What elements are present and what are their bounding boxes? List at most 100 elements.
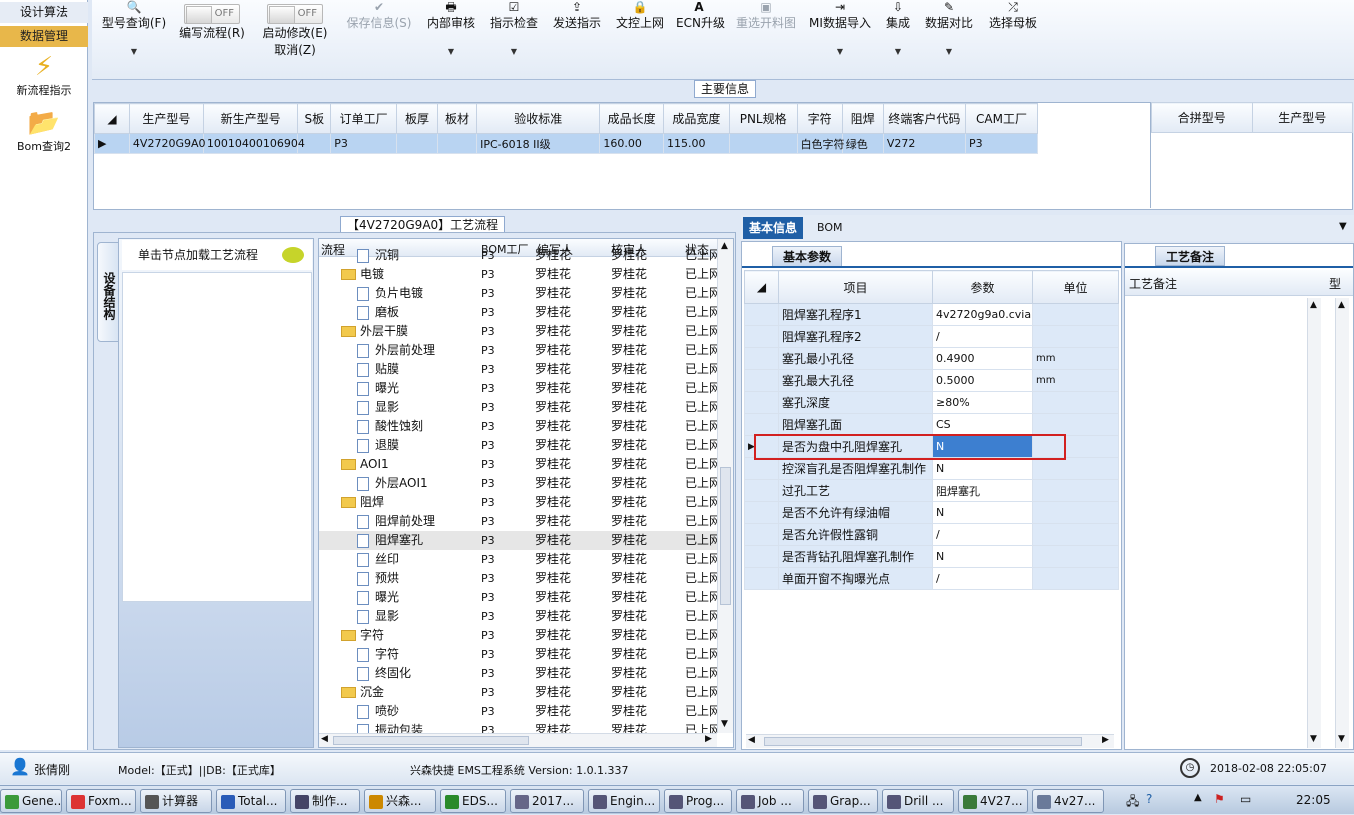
main-info-cell[interactable]: P3 [965, 133, 1038, 154]
column-parameter[interactable]: 参数 [932, 270, 1033, 304]
dropdown-arrow-icon[interactable]: ▼ [98, 47, 170, 56]
main-info-cell[interactable] [395, 133, 439, 154]
data-compare-button[interactable]: ✎ 数据对比 ▼ [922, 0, 976, 56]
param-row[interactable]: 控深盲孔是否阻焊塞孔制作 N [744, 457, 1119, 480]
taskbar-window-button[interactable]: Foxm... [66, 789, 136, 813]
main-info-cell[interactable] [728, 133, 798, 154]
tree-row[interactable]: 振动包装 P3 罗桂花 罗桂花 已上网 [319, 721, 719, 733]
start-modify-toggle[interactable]: OFF [267, 4, 323, 24]
tree-horizontal-scrollbar[interactable]: ◀ ▶ [319, 733, 717, 747]
tree-row[interactable]: 显影 P3 罗桂花 罗桂花 已上网 [319, 398, 719, 417]
taskbar-window-button[interactable]: 计算器 [140, 789, 212, 813]
indicator-check-button[interactable]: ☑ 指示检查 ▼ [488, 0, 540, 56]
taskbar-window-button[interactable]: Grap... [808, 789, 878, 813]
nav-design-algorithm[interactable]: 设计算法 [0, 2, 88, 23]
param-row[interactable]: 是否背钻孔阻焊塞孔制作 N [744, 545, 1119, 568]
main-info-cell[interactable]: 4V2720G9A0 [128, 133, 206, 154]
main-info-column[interactable]: S板 [297, 103, 332, 134]
taskbar-window-button[interactable]: Prog... [664, 789, 732, 813]
internal-review-button[interactable]: 🖶 内部审核 ▼ [426, 0, 476, 56]
tree-row[interactable]: 字符 P3 罗桂花 罗桂花 已上网 [319, 645, 719, 664]
taskbar-window-button[interactable]: EDS... [440, 789, 506, 813]
main-info-column[interactable]: 板厚 [395, 103, 439, 134]
dropdown-arrow-icon[interactable]: ▼ [426, 47, 476, 56]
param-value-input[interactable]: ≥80% [932, 391, 1033, 414]
tree-row[interactable]: 丝印 P3 罗桂花 罗桂花 已上网 [319, 550, 719, 569]
param-row[interactable]: 阻焊塞孔面 CS [744, 413, 1119, 436]
column-unit[interactable]: 单位 [1032, 270, 1119, 304]
tree-row[interactable]: 曝光 P3 罗桂花 罗桂花 已上网 [319, 379, 719, 398]
start-modify-control[interactable]: OFF 启动修改(E) 取消(Z) [258, 0, 332, 58]
dropdown-arrow-icon[interactable]: ▼ [922, 47, 976, 56]
taskbar-window-button[interactable]: Total... [216, 789, 286, 813]
tree-row[interactable]: 磨板 P3 罗桂花 罗桂花 已上网 [319, 303, 719, 322]
main-info-column[interactable]: PNL规格 [728, 103, 798, 134]
send-indicator-button[interactable]: ⇪ 发送指示 [552, 0, 602, 31]
tab-process-notes[interactable]: 工艺备注 [1155, 246, 1225, 266]
select-master-button[interactable]: ⤮ 选择母板 [986, 0, 1040, 31]
taskbar-window-button[interactable]: 4v27... [1032, 789, 1104, 813]
tab-bom[interactable]: BOM [811, 217, 849, 239]
model-query-button[interactable]: 🔍 型号查询(F) ▼ [98, 0, 170, 56]
nav-new-flow-indicator[interactable]: ⚡ 新流程指示 [0, 52, 88, 98]
param-row[interactable]: 塞孔最大孔径 0.5000 mm [744, 369, 1119, 392]
params-horizontal-scrollbar[interactable]: ◀ ▶ [746, 734, 1114, 748]
nav-data-management[interactable]: 数据管理 [0, 26, 88, 47]
main-info-cell[interactable]: 115.00 [663, 133, 730, 154]
edit-flow-toggle[interactable]: OFF [184, 4, 240, 24]
integrate-button[interactable]: ⇩ 集成 ▼ [882, 0, 914, 56]
param-value-input[interactable]: 0.4900 [932, 347, 1033, 370]
param-row[interactable]: 是否允许假性露铜 / [744, 523, 1119, 546]
reselect-cutting-button[interactable]: ▣ 重选开料图 [734, 0, 798, 31]
tree-row[interactable]: 负片电镀 P3 罗桂花 罗桂花 已上网 [319, 284, 719, 303]
param-row[interactable]: 单面开窗不掏曝光点 / [744, 567, 1119, 590]
dropdown-arrow-icon[interactable]: ▼ [808, 47, 872, 56]
scroll-thumb[interactable] [720, 467, 731, 605]
tree-row[interactable]: ⊟电镀P3 罗桂花 罗桂花 已上网 [319, 265, 719, 284]
tree-row[interactable]: 预烘 P3 罗桂花 罗桂花 已上网 [319, 569, 719, 588]
tree-row[interactable]: 阻焊前处理 P3 罗桂花 罗桂花 已上网 [319, 512, 719, 531]
equipment-structure-tab[interactable]: 设备结构 [97, 242, 119, 342]
nav-bom-query[interactable]: 📂 Bom查询2 [0, 108, 88, 154]
merged-model-column[interactable]: 合拼型号 [1151, 102, 1253, 133]
ecn-upgrade-button[interactable]: A ECN升级 [676, 0, 725, 31]
chevron-down-icon[interactable]: ▼ [1339, 221, 1347, 232]
dropdown-arrow-icon[interactable]: ▼ [882, 47, 914, 56]
main-info-column[interactable]: 板材 [437, 103, 478, 134]
main-info-column[interactable]: 成品长度 [599, 103, 665, 134]
tree-row[interactable]: 喷砂 P3 罗桂花 罗桂花 已上网 [319, 702, 719, 721]
main-info-column[interactable]: 新生产型号 [202, 103, 299, 134]
main-info-cell[interactable]: 160.00 [599, 133, 665, 154]
main-info-cell[interactable]: 10010400106904 [202, 133, 305, 154]
param-value-input[interactable]: 阻焊塞孔 [932, 479, 1033, 502]
param-value-input[interactable]: N [932, 545, 1033, 568]
mi-import-button[interactable]: ⇥ MI数据导入 ▼ [808, 0, 872, 56]
taskbar-window-button[interactable]: Gene... [0, 789, 62, 813]
taskbar-window-button[interactable]: Engin... [588, 789, 660, 813]
tree-row[interactable]: 贴膜 P3 罗桂花 罗桂花 已上网 [319, 360, 719, 379]
notes-vertical-scrollbar[interactable]: ▲ ▼ [1307, 298, 1321, 748]
tree-vertical-scrollbar[interactable]: ▲ ▼ [717, 239, 733, 733]
table-row[interactable]: ▶ 4V2720G9A0 10010400106904 P3 IPC-6018 II级… [94, 133, 1038, 154]
taskbar-window-button[interactable]: Job ... [736, 789, 804, 813]
param-row[interactable]: 阻焊塞孔程序1 4v2720g9a0.cvia [744, 303, 1119, 326]
edit-flow-control[interactable]: OFF 编写流程(R) [176, 0, 248, 41]
main-info-cell[interactable] [437, 133, 478, 154]
main-info-cell[interactable]: 白色字符 [796, 133, 845, 154]
param-value-input[interactable]: / [932, 567, 1033, 590]
taskbar-window-button[interactable]: 制作... [290, 789, 360, 813]
tree-row[interactable]: 曝光 P3 罗桂花 罗桂花 已上网 [319, 588, 719, 607]
tree-row[interactable]: ⊟阻焊P3 罗桂花 罗桂花 已上网 [319, 493, 719, 512]
tray-network-icon[interactable]: 🖧 [1126, 792, 1139, 813]
tree-row[interactable]: ⊟沉金P3 罗桂花 罗桂花 已上网 [319, 683, 719, 702]
speech-bubble-icon[interactable] [282, 247, 304, 263]
taskbar-window-button[interactable]: 4V27... [958, 789, 1028, 813]
dropdown-arrow-icon[interactable]: ▼ [488, 47, 540, 56]
scroll-thumb[interactable] [333, 736, 529, 745]
tray-expand-icon[interactable]: ▲ [1194, 792, 1202, 803]
main-info-column[interactable]: 阻焊 [841, 103, 884, 134]
column-item[interactable]: 项目 [778, 270, 933, 304]
main-info-column[interactable]: 字符 [796, 103, 843, 134]
taskbar-window-button[interactable]: Drill ... [882, 789, 954, 813]
taskbar-window-button[interactable]: 2017... [510, 789, 584, 813]
